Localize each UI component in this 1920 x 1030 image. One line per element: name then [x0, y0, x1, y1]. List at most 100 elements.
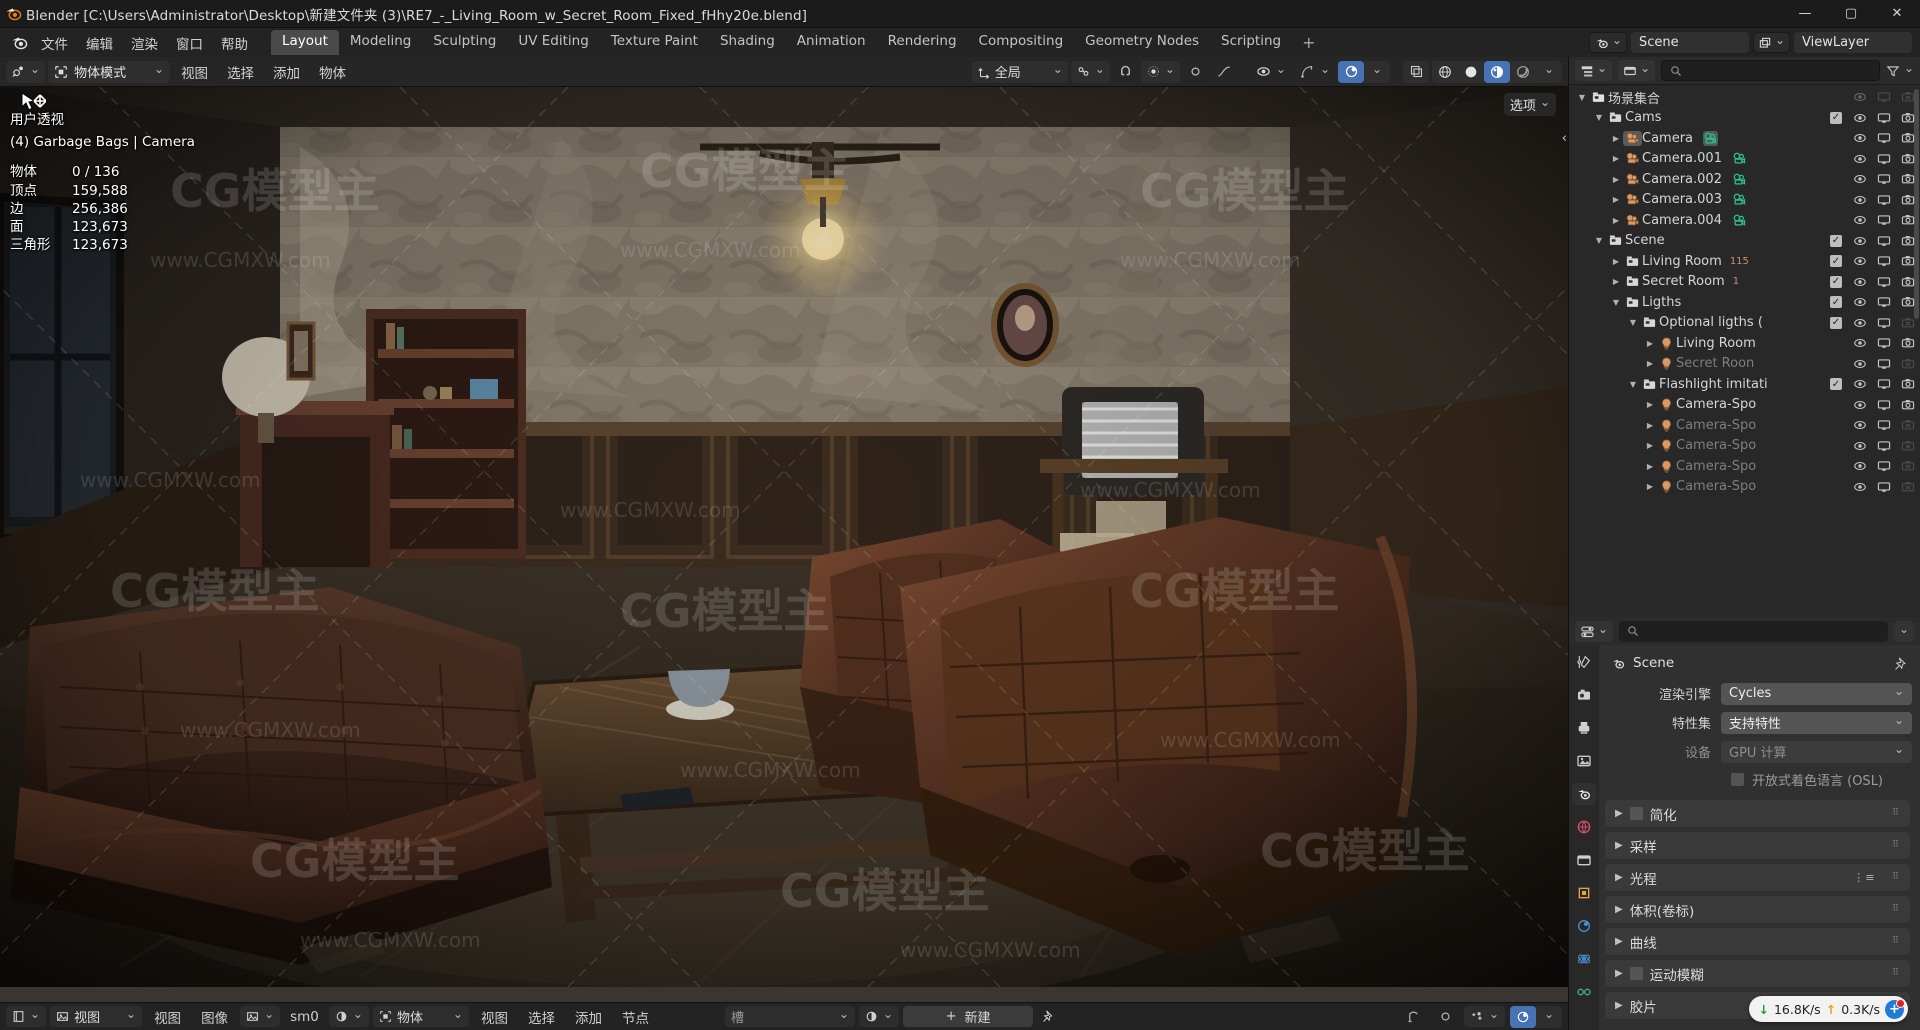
disclosure-triangle-right-icon[interactable]: ▶	[1609, 257, 1623, 266]
viewport-menu-select[interactable]: 选择	[219, 62, 262, 82]
exclude-checkbox[interactable]: ✓	[1828, 111, 1844, 124]
shading-wireframe-button[interactable]	[1432, 61, 1458, 83]
panel-drag-grip-icon[interactable]: ⠿	[1892, 809, 1900, 818]
material-preview-select[interactable]	[858, 1006, 900, 1027]
chevron-right-icon[interactable]: ▶	[1615, 936, 1623, 947]
hide-in-viewport-eye-icon[interactable]	[1852, 90, 1868, 104]
panel-drag-grip-icon[interactable]: ⠿	[1892, 905, 1900, 914]
camera-data-icon[interactable]	[1732, 192, 1747, 207]
disable-in-render-camera-icon[interactable]	[1900, 439, 1916, 453]
exclude-checkbox[interactable]: ✓	[1828, 316, 1844, 329]
gizmo-toggle-icon[interactable]	[1294, 61, 1335, 83]
hide-in-viewport-eye-icon[interactable]	[1852, 234, 1868, 248]
outliner-editor-type-button[interactable]	[1575, 60, 1613, 81]
chevron-right-icon[interactable]: ▶	[1615, 1000, 1623, 1011]
tab-uv-editing[interactable]: UV Editing	[507, 30, 599, 55]
tab-render[interactable]	[1572, 684, 1596, 706]
disable-in-render-camera-icon[interactable]	[1900, 90, 1916, 104]
disable-in-viewport-screen-icon[interactable]	[1876, 295, 1892, 309]
disable-in-render-camera-icon[interactable]	[1900, 418, 1916, 432]
disclosure-triangle-right-icon[interactable]: ▶	[1609, 175, 1623, 184]
tab-compositing[interactable]: Compositing	[968, 30, 1075, 55]
image-editor-view-select[interactable]: 视图	[50, 1006, 143, 1027]
disable-in-viewport-screen-icon[interactable]	[1876, 480, 1892, 494]
exclude-checkbox[interactable]: ✓	[1828, 255, 1844, 268]
chevron-right-icon[interactable]: ▶	[1615, 904, 1623, 915]
outliner-row[interactable]: ▶ Camera.004	[1569, 210, 1920, 231]
menu-edit[interactable]: 编辑	[77, 30, 122, 56]
outliner-row[interactable]: ▶ Camera-Spo	[1569, 415, 1920, 436]
disclosure-triangle-down-icon[interactable]: ▼	[1592, 236, 1606, 245]
disable-in-viewport-screen-icon[interactable]	[1876, 459, 1892, 473]
disclosure-triangle-right-icon[interactable]: ▶	[1643, 359, 1657, 368]
outliner-row[interactable]: ▼ Optional ligths (✓	[1569, 313, 1920, 334]
tab-animation[interactable]: Animation	[786, 30, 877, 55]
hide-in-viewport-eye-icon[interactable]	[1852, 111, 1868, 125]
disable-in-viewport-screen-icon[interactable]	[1876, 152, 1892, 166]
show-overlays-toggle[interactable]	[1338, 60, 1364, 83]
outliner-row[interactable]: ▶ Living Room	[1569, 333, 1920, 354]
disable-in-render-camera-icon[interactable]	[1900, 480, 1916, 494]
hide-in-viewport-eye-icon[interactable]	[1852, 357, 1868, 371]
outliner-filter-button[interactable]	[1886, 63, 1914, 78]
camera-data-icon[interactable]	[1732, 151, 1747, 166]
disclosure-triangle-down-icon[interactable]: ▼	[1609, 298, 1623, 307]
tab-world[interactable]	[1572, 816, 1596, 838]
disclosure-triangle-right-icon[interactable]: ▶	[1643, 339, 1657, 348]
disable-in-viewport-screen-icon[interactable]	[1876, 172, 1892, 186]
outliner-row[interactable]: ▶ Camera.001	[1569, 149, 1920, 170]
disclosure-triangle-right-icon[interactable]: ▶	[1643, 462, 1657, 471]
tab-texture-paint[interactable]: Texture Paint	[600, 30, 709, 55]
osl-checkbox[interactable]	[1731, 772, 1744, 786]
maximize-button[interactable]: ▢	[1828, 0, 1874, 28]
disable-in-viewport-screen-icon[interactable]	[1876, 336, 1892, 350]
camera-data-icon[interactable]	[1703, 130, 1719, 146]
node-editor-mode-select[interactable]: 物体	[372, 1006, 469, 1027]
node-menu-select[interactable]: 选择	[520, 1007, 563, 1027]
outliner-row[interactable]: ▶ Living Room 115 ✓	[1569, 251, 1920, 272]
exclude-checkbox[interactable]: ✓	[1828, 296, 1844, 309]
tab-layout[interactable]: Layout	[271, 30, 339, 55]
render-engine-select[interactable]: Cycles	[1721, 682, 1912, 705]
disable-in-viewport-screen-icon[interactable]	[1876, 193, 1892, 207]
disable-in-render-camera-icon[interactable]	[1900, 377, 1916, 391]
exclude-checkbox[interactable]: ✓	[1828, 275, 1844, 288]
close-button[interactable]: ✕	[1874, 0, 1920, 28]
tab-geometry-nodes[interactable]: Geometry Nodes	[1074, 30, 1210, 55]
viewlayer-selector[interactable]	[1752, 32, 1790, 53]
snap-tool-icon[interactable]	[1400, 1006, 1427, 1027]
shading-material-preview-button[interactable]	[1484, 60, 1510, 83]
viewport-menu-view[interactable]: 视图	[173, 62, 216, 82]
exclude-checkbox[interactable]: ✓	[1828, 234, 1844, 247]
sidebar-expand-arrow-icon[interactable]: ‹	[1562, 131, 1567, 146]
disable-in-viewport-screen-icon[interactable]	[1876, 418, 1892, 432]
transform-orientation-select[interactable]: 全局	[971, 60, 1068, 83]
disable-in-viewport-screen-icon[interactable]	[1876, 377, 1892, 391]
disable-in-viewport-screen-icon[interactable]	[1876, 234, 1892, 248]
disclosure-triangle-down-icon[interactable]: ▼	[1575, 93, 1589, 102]
disable-in-render-camera-icon[interactable]	[1900, 213, 1916, 227]
hide-in-viewport-eye-icon[interactable]	[1852, 275, 1868, 289]
disable-in-viewport-screen-icon[interactable]	[1876, 213, 1892, 227]
disable-in-viewport-screen-icon[interactable]	[1876, 111, 1892, 125]
outliner-row[interactable]: ▶ Secret Room 1 ✓	[1569, 272, 1920, 293]
disclosure-triangle-down-icon[interactable]: ▼	[1592, 113, 1606, 122]
image-datablock-selector[interactable]	[240, 1006, 281, 1027]
interaction-mode-select[interactable]: 物体模式	[48, 60, 171, 83]
editor-type-button[interactable]	[6, 60, 46, 83]
disclosure-triangle-down-icon[interactable]: ▼	[1626, 380, 1640, 389]
hide-in-viewport-eye-icon[interactable]	[1852, 213, 1868, 227]
viewport-menu-add[interactable]: 添加	[265, 62, 308, 82]
disable-in-render-camera-icon[interactable]	[1900, 172, 1916, 186]
disable-in-viewport-screen-icon[interactable]	[1876, 398, 1892, 412]
visibility-eye-icon[interactable]	[1250, 61, 1291, 83]
properties-panel-header[interactable]: ▶ 光程 ⋮≡ ⠿	[1605, 864, 1910, 891]
chevron-right-icon[interactable]: ▶	[1615, 872, 1623, 883]
proportional-falloff-button[interactable]	[1183, 61, 1208, 83]
properties-search-input[interactable]	[1619, 620, 1888, 642]
outliner-row[interactable]: ▶ Camera-Spo	[1569, 456, 1920, 477]
viewlayer-name-field[interactable]: ViewLayer	[1794, 32, 1912, 53]
disable-in-render-camera-icon[interactable]	[1900, 316, 1916, 330]
camera-data-icon[interactable]	[1732, 213, 1747, 228]
outliner-row[interactable]: ▶ Camera-Spo	[1569, 395, 1920, 416]
